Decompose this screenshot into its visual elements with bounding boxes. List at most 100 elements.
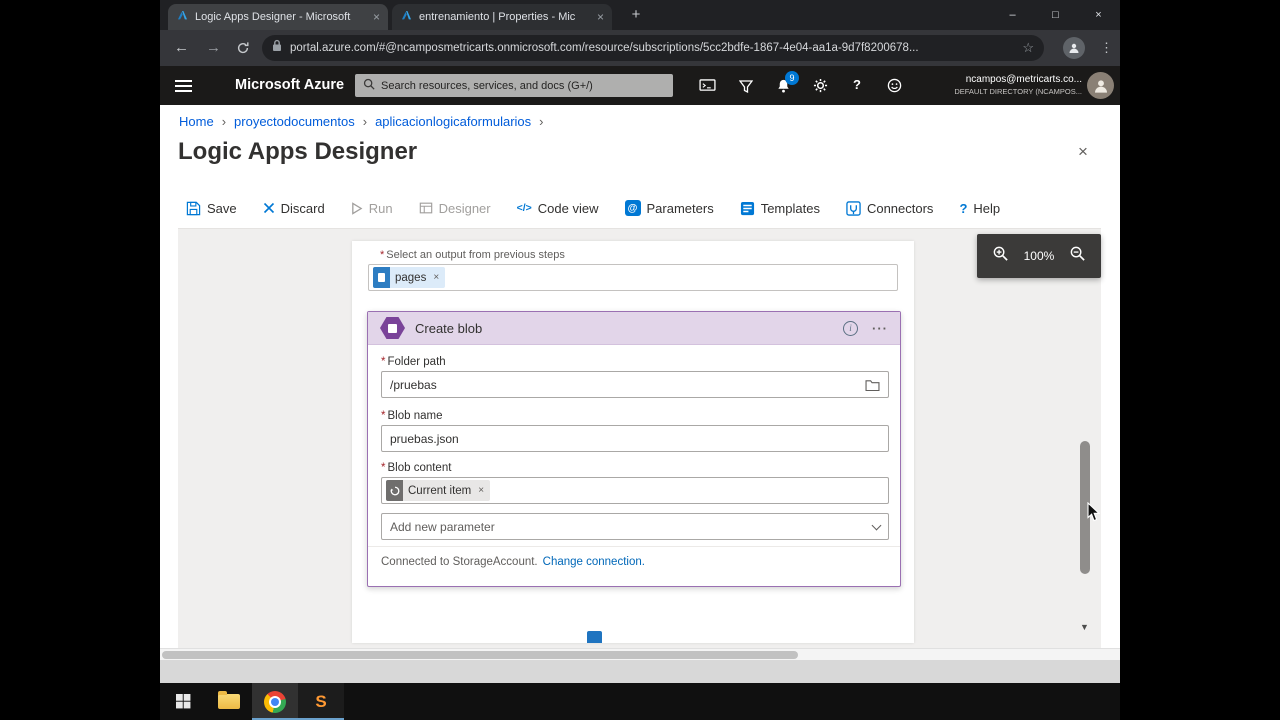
breadcrumb-proyectodocumentos[interactable]: proyectodocumentos [234, 114, 355, 129]
feedback-smiley-icon[interactable] [887, 78, 902, 98]
breadcrumb-separator: › [363, 114, 367, 129]
account-info[interactable]: ncampos@metricarts.co... DEFAULT DIRECTO… [954, 74, 1082, 96]
account-avatar[interactable] [1087, 72, 1114, 99]
current-item-token[interactable]: Current item × [386, 480, 490, 501]
help-icon[interactable]: ? [853, 77, 861, 92]
code-view-icon: </> [517, 202, 532, 214]
azure-top-bar: Microsoft Azure 9 ? ncampos@metricarts.c… [160, 66, 1120, 105]
settings-gear-icon[interactable] [813, 78, 828, 98]
mouse-cursor [1087, 502, 1100, 527]
hamburger-menu-icon[interactable] [175, 80, 192, 95]
parameters-button[interactable]: @ Parameters [625, 200, 714, 216]
output-step-label: *Select an output from previous steps [380, 249, 565, 261]
cloud-shell-icon[interactable] [699, 79, 716, 97]
discard-x-icon [263, 202, 275, 214]
close-blade-icon[interactable]: × [1078, 142, 1088, 162]
connectors-button[interactable]: Connectors [846, 201, 933, 216]
padlock-icon [272, 39, 282, 57]
parameters-icon: @ [625, 200, 641, 216]
scroll-down-icon[interactable]: ▼ [1080, 622, 1089, 632]
azure-search-box[interactable] [355, 74, 673, 97]
zoom-level: 100% [1024, 249, 1055, 263]
blob-name-label: *Blob name [381, 410, 442, 422]
breadcrumb-separator: › [222, 114, 226, 129]
horizontal-scrollbar[interactable] [160, 648, 1120, 660]
browser-menu-icon[interactable]: ⋮ [1100, 40, 1113, 56]
create-blob-card[interactable]: Create blob i ··· *Folder path *Blob nam… [367, 311, 901, 587]
tab-entrenamiento-properties[interactable]: entrenamiento | Properties - Mic × [392, 4, 612, 30]
window-maximize-button[interactable]: □ [1034, 0, 1077, 30]
save-button[interactable]: Save [186, 201, 237, 216]
tab-close-icon[interactable]: × [597, 10, 604, 24]
url-text[interactable]: portal.azure.com/#@ncamposmetricarts.onm… [290, 42, 1014, 54]
reload-icon[interactable] [236, 41, 250, 59]
templates-button[interactable]: Templates [740, 201, 820, 216]
window-controls: – □ × [991, 0, 1120, 30]
required-marker: * [381, 462, 385, 474]
chrome-icon [264, 691, 286, 713]
azure-brand[interactable]: Microsoft Azure [235, 66, 344, 105]
directory-filter-icon[interactable] [739, 79, 753, 98]
start-button[interactable] [160, 683, 206, 720]
forward-icon[interactable]: → [206, 39, 221, 56]
blob-connector-icon [380, 317, 405, 339]
help-button[interactable]: ? Help [959, 201, 1000, 216]
breadcrumb-home[interactable]: Home [179, 114, 214, 129]
add-action-icon[interactable] [587, 631, 602, 643]
blob-name-input[interactable] [390, 432, 880, 446]
folder-path-input[interactable] [390, 378, 859, 392]
add-new-parameter-dropdown[interactable] [381, 513, 889, 540]
folder-icon [218, 694, 240, 709]
folder-path-field[interactable] [381, 371, 889, 398]
run-button[interactable]: Run [351, 201, 393, 216]
required-marker: * [381, 410, 385, 422]
designer-button[interactable]: Designer [419, 201, 491, 216]
blob-name-field[interactable] [381, 425, 889, 452]
account-directory: DEFAULT DIRECTORY (NCAMPOS... [954, 87, 1082, 96]
info-icon[interactable]: i [843, 321, 858, 336]
token-remove-icon[interactable]: × [433, 272, 439, 283]
file-explorer-button[interactable] [206, 683, 252, 720]
url-bar[interactable]: portal.azure.com/#@ncamposmetricarts.onm… [262, 35, 1044, 61]
bookmark-star-icon[interactable]: ☆ [1022, 40, 1034, 56]
output-step-input[interactable]: pages × [368, 264, 898, 291]
sublime-taskbar-button[interactable]: S [298, 683, 344, 720]
window-minimize-button[interactable]: – [991, 0, 1034, 30]
horizontal-scrollbar-thumb[interactable] [162, 651, 798, 659]
new-tab-button[interactable]: + [626, 5, 646, 25]
designer-icon [419, 201, 433, 215]
create-blob-header[interactable]: Create blob i ··· [368, 312, 900, 345]
folder-picker-icon[interactable] [865, 379, 880, 391]
zoom-in-icon[interactable] [992, 245, 1009, 267]
blob-content-field[interactable]: Current item × [381, 477, 889, 504]
current-item-token-icon [386, 480, 403, 501]
tab-logic-apps-designer[interactable]: Logic Apps Designer - Microsoft × [168, 4, 388, 30]
create-blob-title: Create blob [415, 321, 833, 336]
code-view-button[interactable]: </> Code view [517, 201, 599, 216]
search-icon [363, 77, 375, 95]
zoom-out-icon[interactable] [1069, 245, 1086, 267]
pages-token[interactable]: pages × [373, 267, 445, 288]
token-remove-icon[interactable]: × [478, 485, 484, 496]
browser-window: Logic Apps Designer - Microsoft × entren… [160, 0, 1120, 720]
discard-button[interactable]: Discard [263, 201, 325, 216]
required-marker: * [381, 356, 385, 368]
notification-badge: 9 [785, 71, 799, 85]
search-input[interactable] [381, 80, 665, 92]
add-parameter-input[interactable] [390, 520, 873, 534]
chrome-taskbar-button[interactable] [252, 683, 298, 720]
window-close-button[interactable]: × [1077, 0, 1120, 30]
azure-favicon [400, 9, 413, 25]
designer-canvas: *Select an output from previous steps pa… [178, 228, 1101, 648]
change-connection-link[interactable]: Change connection. [543, 556, 645, 568]
breadcrumb-aplicacionlogicaformularios[interactable]: aplicacionlogicaformularios [375, 114, 531, 129]
tab-close-icon[interactable]: × [373, 10, 380, 24]
tab-title: entrenamiento | Properties - Mic [419, 11, 591, 23]
back-icon[interactable]: ← [174, 39, 189, 56]
browser-profile-avatar[interactable] [1063, 37, 1085, 59]
card-menu-ellipsis-icon[interactable]: ··· [872, 321, 888, 336]
save-icon [186, 201, 201, 216]
connection-status: Connected to StorageAccount. [381, 556, 538, 568]
desktop-strip [160, 660, 1120, 683]
zoom-controls: 100% [977, 234, 1101, 278]
